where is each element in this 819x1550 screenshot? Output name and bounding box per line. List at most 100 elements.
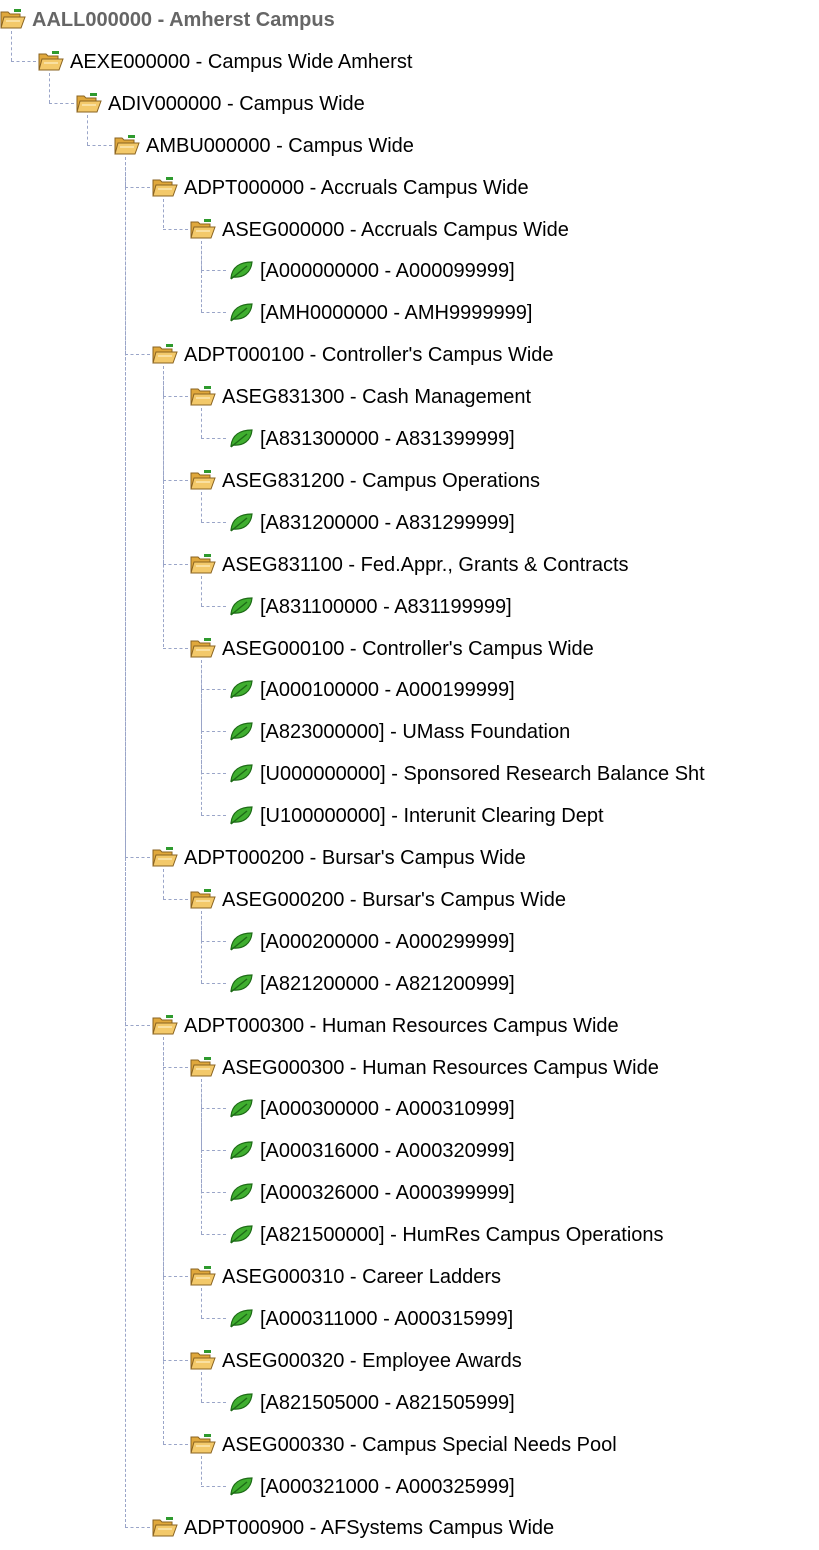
tree-node-folder[interactable]: ASEG000300 - Human Resources Campus Wide [0, 1048, 819, 1090]
tree-node-leaf[interactable]: [AMH0000000 - AMH9999999] [0, 293, 819, 335]
tree-node-label: ASEG000100 - Controller's Campus Wide [222, 637, 594, 660]
tree-node-label: ASEG000310 - Career Ladders [222, 1266, 502, 1288]
tree-node-leaf[interactable]: [A821200000 - A821200999] [0, 964, 819, 1006]
tree-node-label: AMBU000000 - Campus Wide [146, 134, 414, 157]
tree-node-leaf[interactable]: [A821505000 - A821505999] [0, 1383, 819, 1425]
open-folder-icon [190, 1433, 216, 1455]
tree-node-label: ASEG000320 - Employee Awards [222, 1349, 522, 1372]
tree-node-label: [A000300000 - A000310999] [260, 1098, 515, 1121]
tree-node-label: ADIV000000 - Campus Wide [108, 92, 365, 115]
open-folder-icon [152, 1516, 178, 1538]
tree-node-folder[interactable]: AALL000000 - Amherst Campus [0, 0, 819, 42]
tree-node-folder[interactable]: ADIV000000 - Campus Wide [0, 84, 819, 126]
tree-node-leaf[interactable]: [U100000000] - Interunit Clearing Dept [0, 796, 819, 838]
leaf-icon [228, 678, 254, 700]
tree-node-leaf[interactable]: [A831300000 - A831399999] [0, 419, 819, 461]
leaf-icon [228, 301, 254, 323]
tree-node-folder[interactable]: ASEG000000 - Accruals Campus Wide [0, 210, 819, 252]
open-folder-icon [190, 1349, 216, 1371]
tree-node-label: [A000326000 - A000399999] [260, 1182, 515, 1205]
tree-node-folder[interactable]: ADPT000300 - Human Resources Campus Wide [0, 1006, 819, 1048]
tree-node-folder[interactable]: ADPT000000 - Accruals Campus Wide [0, 168, 819, 210]
tree-node-leaf[interactable]: [A000000000 - A000099999] [0, 251, 819, 293]
leaf-icon [228, 427, 254, 449]
tree-node-folder[interactable]: AEXE000000 - Campus Wide Amherst [0, 42, 819, 84]
leaf-icon [228, 972, 254, 994]
open-folder-icon [190, 385, 216, 407]
tree-node-leaf[interactable]: [A000311000 - A000315999] [0, 1299, 819, 1341]
tree-node-leaf[interactable]: [A000326000 - A000399999] [0, 1173, 819, 1215]
open-folder-icon [152, 176, 178, 198]
tree-node-leaf[interactable]: [A000100000 - A000199999] [0, 670, 819, 712]
tree-node-leaf[interactable]: [A000316000 - A000320999] [0, 1131, 819, 1173]
tree-node-label: [A000316000 - A000320999] [260, 1140, 515, 1163]
leaf-icon [228, 930, 254, 952]
tree-node-label: [A000311000 - A000315999] [260, 1307, 514, 1330]
tree-node-label: [A823000000] - UMass Foundation [260, 721, 571, 744]
open-folder-icon [190, 553, 216, 575]
open-folder-icon [114, 134, 140, 156]
leaf-icon [228, 1181, 254, 1203]
tree-node-folder[interactable]: ADPT000200 - Bursar's Campus Wide [0, 838, 819, 880]
tree-node-leaf[interactable]: [A000321000 - A000325999] [0, 1467, 819, 1509]
leaf-icon [228, 720, 254, 742]
tree-node-folder[interactable]: ASEG831100 - Fed.Appr., Grants & Contrac… [0, 545, 819, 587]
tree-node-label: [U000000000] - Sponsored Research Balanc… [260, 763, 705, 786]
tree-node-leaf[interactable]: [U000000000] - Sponsored Research Balanc… [0, 754, 819, 796]
leaf-icon [228, 1307, 254, 1329]
tree-node-folder[interactable]: AMBU000000 - Campus Wide [0, 126, 819, 168]
tree-node-folder[interactable]: ADPT000900 - AFSystems Campus Wide [0, 1508, 819, 1550]
tree-node-label: ADPT000000 - Accruals Campus Wide [184, 176, 529, 199]
leaf-icon [228, 259, 254, 281]
tree-node-label: ADPT000100 - Controller's Campus Wide [184, 344, 554, 367]
tree-node-label: ASEG000000 - Accruals Campus Wide [222, 218, 569, 241]
tree-node-folder[interactable]: ASEG831300 - Cash Management [0, 377, 819, 419]
open-folder-icon [190, 1265, 216, 1287]
tree-node-label: [A821500000] - HumRes Campus Operations [260, 1224, 664, 1247]
tree-node-leaf[interactable]: [A831100000 - A831199999] [0, 587, 819, 629]
leaf-icon [228, 1223, 254, 1245]
tree-node-folder[interactable]: ASEG000320 - Employee Awards [0, 1341, 819, 1383]
tree-node-label: ADPT000200 - Bursar's Campus Wide [184, 847, 526, 869]
leaf-icon [228, 1475, 254, 1497]
leaf-icon [228, 1139, 254, 1161]
tree-node-leaf[interactable]: [A821500000] - HumRes Campus Operations [0, 1215, 819, 1257]
tree-node-leaf[interactable]: [A000300000 - A000310999] [0, 1089, 819, 1131]
tree-node-label: ASEG000200 - Bursar's Campus Wide [222, 888, 566, 911]
tree-node-label: [U100000000] - Interunit Clearing Dept [260, 805, 604, 828]
tree-node-folder[interactable]: ASEG000310 - Career Ladders [0, 1257, 819, 1299]
open-folder-icon [152, 846, 178, 868]
open-folder-icon [152, 343, 178, 365]
tree-node-label: ASEG831200 - Campus Operations [222, 469, 540, 492]
tree-node-label: [AMH0000000 - AMH9999999] [260, 302, 533, 325]
tree-node-label: AALL000000 - Amherst Campus [32, 9, 335, 31]
leaf-icon [228, 762, 254, 784]
tree-node-folder[interactable]: ASEG000200 - Bursar's Campus Wide [0, 880, 819, 922]
open-folder-icon [190, 469, 216, 491]
tree-node-label: [A831300000 - A831399999] [260, 428, 515, 450]
leaf-icon [228, 1097, 254, 1119]
tree-node-label: AEXE000000 - Campus Wide Amherst [70, 50, 413, 73]
open-folder-icon [0, 8, 26, 30]
tree-node-leaf[interactable]: [A831200000 - A831299999] [0, 503, 819, 545]
open-folder-icon [152, 1014, 178, 1036]
tree-node-label: [A000321000 - A000325999] [260, 1475, 515, 1498]
tree-node-folder[interactable]: ASEG831200 - Campus Operations [0, 461, 819, 503]
tree-node-label: [A821200000 - A821200999] [260, 972, 515, 995]
open-folder-icon [38, 50, 64, 72]
tree-view: AALL000000 - Amherst Campus AEXE000000 - … [0, 0, 819, 1545]
tree-node-folder[interactable]: ADPT000100 - Controller's Campus Wide [0, 335, 819, 377]
tree-node-leaf[interactable]: [A823000000] - UMass Foundation [0, 712, 819, 754]
tree-node-label: [A831100000 - A831199999] [260, 595, 512, 618]
leaf-icon [228, 595, 254, 617]
tree-node-folder[interactable]: ASEG000330 - Campus Special Needs Pool [0, 1425, 819, 1467]
open-folder-icon [76, 92, 102, 114]
tree-node-leaf[interactable]: [A000200000 - A000299999] [0, 922, 819, 964]
tree-node-folder[interactable]: ASEG000100 - Controller's Campus Wide [0, 629, 819, 671]
open-folder-icon [190, 637, 216, 659]
tree-node-label: ASEG000300 - Human Resources Campus Wide [222, 1056, 659, 1079]
tree-node-label: [A821505000 - A821505999] [260, 1391, 515, 1414]
tree-node-label: ASEG831300 - Cash Management [222, 386, 532, 409]
leaf-icon [228, 804, 254, 826]
tree-node-label: ASEG000330 - Campus Special Needs Pool [222, 1433, 617, 1456]
